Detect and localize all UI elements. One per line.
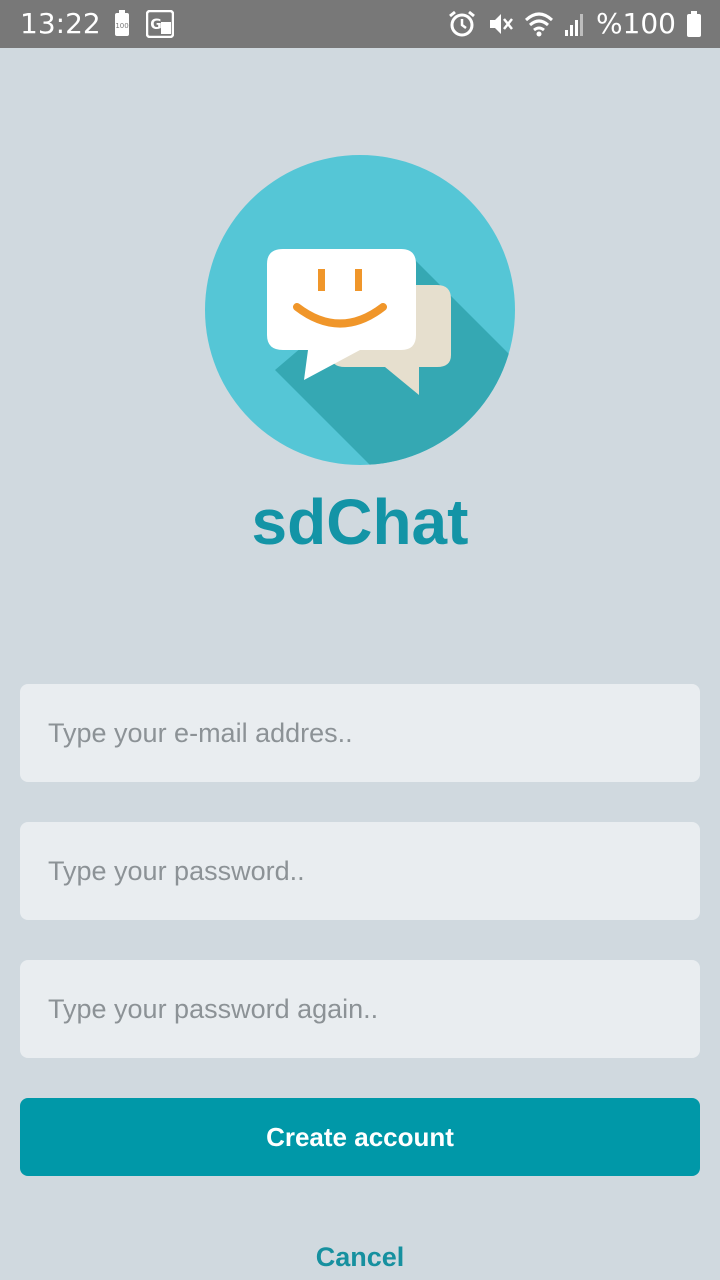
status-time: 13:22 xyxy=(20,7,101,40)
wifi-icon xyxy=(524,10,554,38)
vibrate-mute-icon xyxy=(486,10,514,38)
signal-icon xyxy=(564,10,586,38)
battery-percent: %100 xyxy=(595,7,676,40)
app-logo xyxy=(205,155,515,465)
svg-text:100: 100 xyxy=(115,22,128,30)
status-left-icons: 100 G xyxy=(112,10,174,38)
svg-text:G: G xyxy=(150,17,162,33)
create-account-button[interactable]: Create account xyxy=(20,1098,700,1176)
chat-bubbles-logo-icon xyxy=(205,155,515,465)
email-field[interactable] xyxy=(20,684,700,782)
cancel-button[interactable]: Cancel xyxy=(260,1234,460,1280)
password-again-field[interactable] xyxy=(20,960,700,1058)
battery-saver-icon: 100 xyxy=(112,10,132,38)
password-field[interactable] xyxy=(20,822,700,920)
alarm-icon xyxy=(448,10,476,38)
app-title: sdChat xyxy=(251,486,469,558)
status-bar: 13:22 100 G %100 xyxy=(0,0,720,48)
status-right: %100 xyxy=(448,8,702,40)
google-translate-icon: G xyxy=(146,10,174,38)
battery-icon xyxy=(686,10,702,38)
